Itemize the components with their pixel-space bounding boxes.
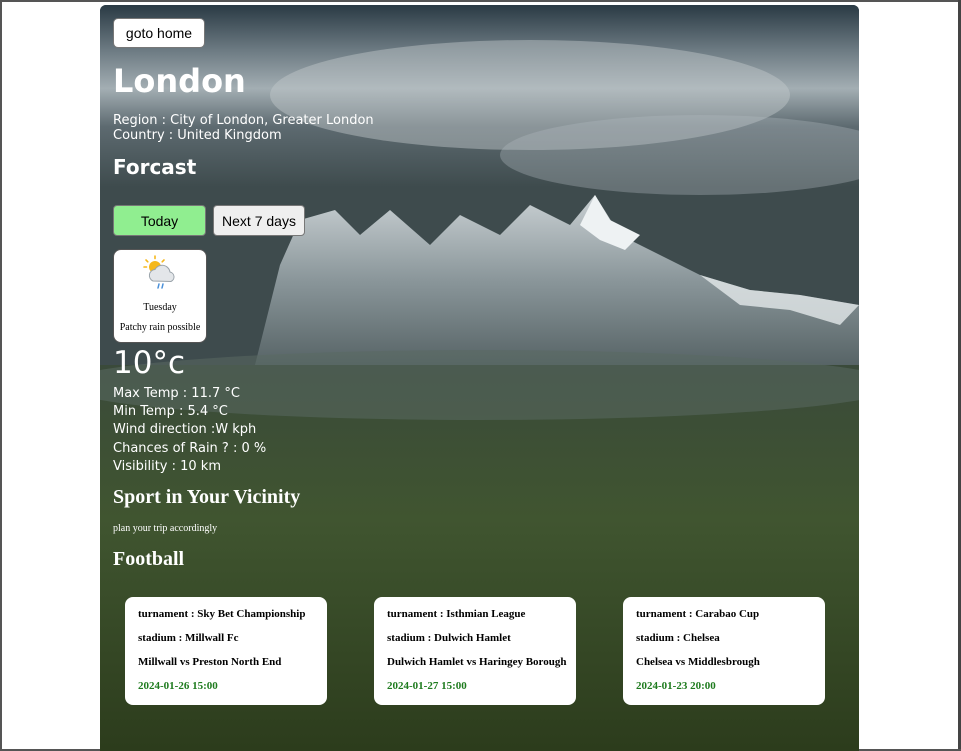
country-text: Country : United Kingdom bbox=[113, 128, 282, 143]
match-card: turnament : Carabao Cup stadium : Chelse… bbox=[623, 597, 825, 705]
region-text: Region : City of London, Greater London bbox=[113, 113, 374, 128]
football-heading: Football bbox=[113, 548, 185, 570]
city-name: London bbox=[113, 62, 246, 100]
max-temp-text: Max Temp : 11.7 °C bbox=[113, 386, 240, 401]
match-teams: Millwall vs Preston North End bbox=[138, 656, 282, 668]
forecast-day-name: Tuesday bbox=[143, 302, 177, 313]
match-datetime: 2024-01-23 20:00 bbox=[636, 680, 716, 692]
rain-chance-text: Chances of Rain ? : 0 % bbox=[113, 440, 267, 456]
match-datetime: 2024-01-26 15:00 bbox=[138, 680, 218, 692]
match-stadium: stadium : Millwall Fc bbox=[138, 632, 239, 644]
match-datetime: 2024-01-27 15:00 bbox=[387, 680, 467, 692]
sport-hint: plan your trip accordingly bbox=[113, 523, 218, 534]
forecast-heading: Forcast bbox=[113, 155, 197, 179]
location-details: Region : City of London, Greater London … bbox=[113, 113, 374, 143]
match-tournament: turnament : Isthmian League bbox=[387, 608, 526, 620]
partly-cloudy-rain-icon bbox=[143, 255, 175, 289]
weather-card: goto home London Region : City of London… bbox=[100, 5, 859, 751]
sport-heading: Sport in Your Vicinity bbox=[113, 486, 301, 508]
window-border-left bbox=[0, 0, 2, 751]
goto-home-button[interactable]: goto home bbox=[113, 18, 205, 48]
match-tournament: turnament : Carabao Cup bbox=[636, 608, 760, 620]
forecast-day-card[interactable]: Tuesday Patchy rain possible bbox=[113, 249, 207, 343]
match-stadium: stadium : Chelsea bbox=[636, 632, 720, 644]
match-card: turnament : Sky Bet Championship stadium… bbox=[125, 597, 327, 705]
match-tournament: turnament : Sky Bet Championship bbox=[138, 608, 306, 620]
match-teams: Dulwich Hamlet vs Haringey Borough bbox=[387, 656, 567, 668]
weather-stats: Max Temp : 11.7 °C Min Temp : 5.4 °C Win… bbox=[113, 385, 266, 476]
match-stadium: stadium : Dulwich Hamlet bbox=[387, 632, 511, 644]
visibility-text: Visibility : 10 km bbox=[113, 458, 221, 474]
tab-today[interactable]: Today bbox=[113, 205, 206, 236]
tab-next-7-days[interactable]: Next 7 days bbox=[213, 205, 305, 236]
wind-direction-text: Wind direction :W kph bbox=[113, 422, 257, 438]
forecast-condition: Patchy rain possible bbox=[119, 322, 201, 333]
match-teams: Chelsea vs Middlesbrough bbox=[636, 656, 760, 668]
min-temp-text: Min Temp : 5.4 °C bbox=[113, 404, 228, 420]
match-card: turnament : Isthmian League stadium : Du… bbox=[374, 597, 576, 705]
current-temperature: 10°c bbox=[113, 345, 185, 381]
window-border-top bbox=[0, 0, 961, 2]
